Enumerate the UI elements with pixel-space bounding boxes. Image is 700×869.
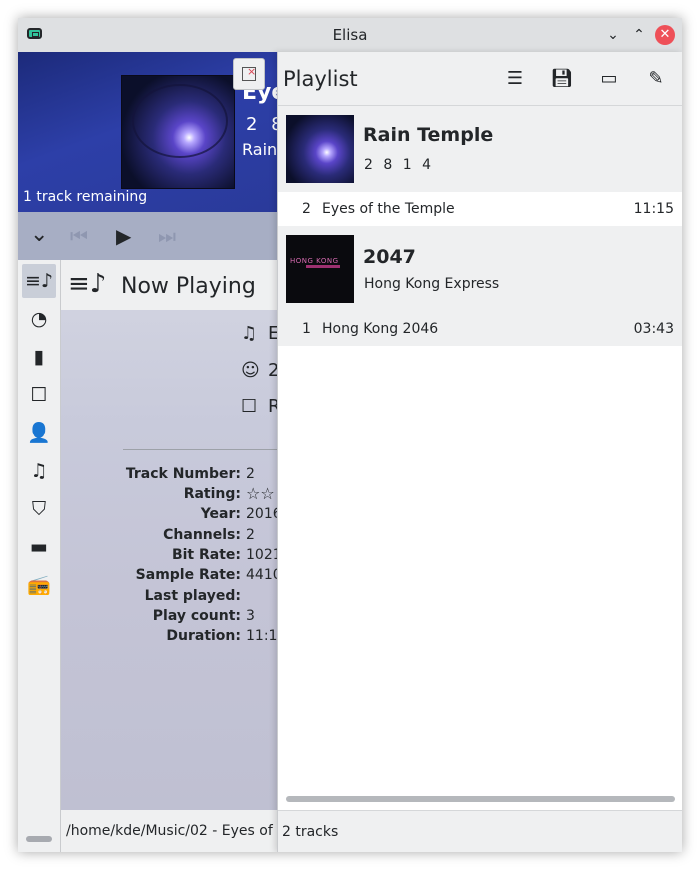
play-button[interactable]: ▶: [116, 224, 131, 248]
detail-value: 11:1: [246, 628, 277, 644]
playlist-footer: 2 tracks: [278, 810, 682, 852]
now-playing-view: ≡♪ Now Playing ♫ E ☺ 2 ☐ R Track Number:…: [61, 260, 277, 810]
detail-label: Bit Rate:: [171, 547, 241, 563]
detail-label: Year:: [200, 506, 241, 522]
detail-label: Last played:: [144, 588, 241, 604]
header-artist: Rain: [242, 140, 277, 159]
cover-text: HONG KONG: [290, 257, 339, 265]
detail-value: 2: [246, 466, 255, 482]
save-icon: 💾︎: [550, 68, 574, 89]
album-icon: ☐: [241, 396, 258, 417]
clear-icon: ✎: [648, 68, 664, 89]
sidebar-item-radios[interactable]: 📻: [22, 568, 56, 602]
playback-controls: ⌄ ⏮ ▶ ⏭: [18, 212, 277, 260]
save-playlist-button[interactable]: 💾︎: [549, 66, 575, 92]
track-duration: 03:43: [633, 321, 674, 337]
group-album-title: Rain Temple: [363, 124, 494, 146]
clear-playlist-button[interactable]: ✎: [643, 66, 669, 92]
metadata-separator: [123, 449, 277, 450]
playlist-album-group[interactable]: HONG KONG 2047 Hong Kong Express: [278, 226, 682, 312]
detail-label: Duration:: [166, 628, 241, 644]
track-number: 2: [302, 201, 311, 217]
artist-icon: ☺: [241, 360, 260, 381]
detail-value: 2016: [246, 506, 277, 522]
page-title: Now Playing: [121, 274, 256, 299]
group-artist: 2 8 1 4: [364, 157, 434, 173]
track-title: Hong Kong 2046: [322, 321, 439, 337]
sidebar-item-albums[interactable]: ☐: [22, 378, 56, 412]
view-header: ≡♪ Now Playing: [61, 260, 277, 310]
detail-label: Play count:: [152, 608, 241, 624]
maximize-button[interactable]: ⌃: [630, 26, 648, 44]
collapse-header-button[interactable]: ⌄: [30, 222, 48, 247]
list-locate-icon: ☰: [506, 68, 524, 89]
group-artist: Hong Kong Express: [364, 276, 500, 292]
meta-artist: 2: [268, 360, 277, 381]
detail-value: 1021: [246, 547, 277, 563]
detail-label: Channels:: [163, 527, 241, 543]
album-cover-2047: HONG KONG: [286, 235, 354, 303]
playlist-track-row[interactable]: 2 Eyes of the Temple 11:15: [278, 192, 682, 226]
now-playing-header: Eye 2 8 Rain 1 track remaining: [18, 52, 277, 212]
elisa-window: Elisa ⌄ ⌃ ✕ Eye 2 8 Rain 1 track remaini…: [18, 18, 682, 852]
album-cover-large: [121, 75, 235, 189]
track-number: 1: [302, 321, 311, 337]
close-button[interactable]: ✕: [655, 25, 675, 45]
now-playing-icon: ≡♪: [68, 269, 107, 299]
undock-playlist-button[interactable]: [233, 58, 265, 90]
sidebar-item-artists[interactable]: 👤: [22, 416, 56, 450]
rating-stars[interactable]: ☆☆: [246, 484, 275, 503]
track-duration: 11:15: [633, 201, 674, 217]
playlist-album-group[interactable]: Rain Temple 2 8 1 4: [278, 106, 682, 192]
load-playlist-button[interactable]: ▭: [596, 66, 622, 92]
track-count: 2 tracks: [282, 824, 339, 840]
status-bar: /home/kde/Music/02 - Eyes of t: [61, 810, 283, 852]
detail-label: Track Number:: [125, 466, 241, 482]
undock-icon: [242, 65, 256, 81]
file-path: /home/kde/Music/02 - Eyes of t: [66, 823, 283, 839]
meta-album: R: [268, 396, 277, 417]
playlist-title: Playlist: [283, 67, 358, 91]
track-title-icon: ♫: [241, 323, 258, 344]
minimize-button[interactable]: ⌄: [604, 26, 622, 44]
sidebar-item-frequently-played[interactable]: ▮: [22, 340, 56, 374]
sidebar-item-files[interactable]: ▬: [22, 530, 56, 564]
show-current-track-button[interactable]: ☰: [502, 66, 528, 92]
detail-value: 3: [246, 608, 255, 624]
album-cover-rain-temple: [286, 115, 354, 183]
horizontal-scrollbar[interactable]: [286, 796, 675, 802]
view-sidebar: ≡♪ ◔ ▮ ☐ 👤 ♫ ⛉ ▬ 📻: [18, 260, 61, 852]
sidebar-item-genres[interactable]: ⛉: [22, 492, 56, 526]
detail-value: 2: [246, 527, 255, 543]
title-bar[interactable]: Elisa ⌄ ⌃ ✕: [18, 18, 682, 52]
window-title: Elisa: [332, 26, 368, 44]
track-title: Eyes of the Temple: [322, 201, 455, 217]
header-album: 2 8: [246, 114, 277, 135]
sidebar-item-now-playing[interactable]: ≡♪: [22, 264, 56, 298]
next-track-button[interactable]: ⏭: [158, 224, 176, 248]
tracks-remaining: 1 track remaining: [23, 189, 148, 205]
detail-label: Sample Rate:: [135, 567, 241, 583]
cover-stripe: [306, 265, 340, 268]
playlist-panel: Playlist ☰ 💾︎ ▭ ✎ Rain Temple 2 8 1 4 2 …: [277, 52, 682, 852]
playlist-track-row[interactable]: 1 Hong Kong 2046 03:43: [278, 312, 682, 346]
playlist-toolbar: Playlist ☰ 💾︎ ▭ ✎: [278, 52, 682, 106]
meta-track-title: E: [268, 323, 277, 344]
detail-label: Rating:: [183, 486, 241, 502]
sidebar-item-recently-played[interactable]: ◔: [22, 302, 56, 336]
detail-value: 4410: [246, 567, 277, 583]
previous-track-button[interactable]: ⏮: [70, 224, 88, 248]
sidebar-resize-handle[interactable]: [26, 836, 52, 842]
folder-icon: ▭: [600, 68, 618, 89]
group-album-title: 2047: [363, 246, 416, 268]
sidebar-item-tracks[interactable]: ♫: [22, 454, 56, 488]
